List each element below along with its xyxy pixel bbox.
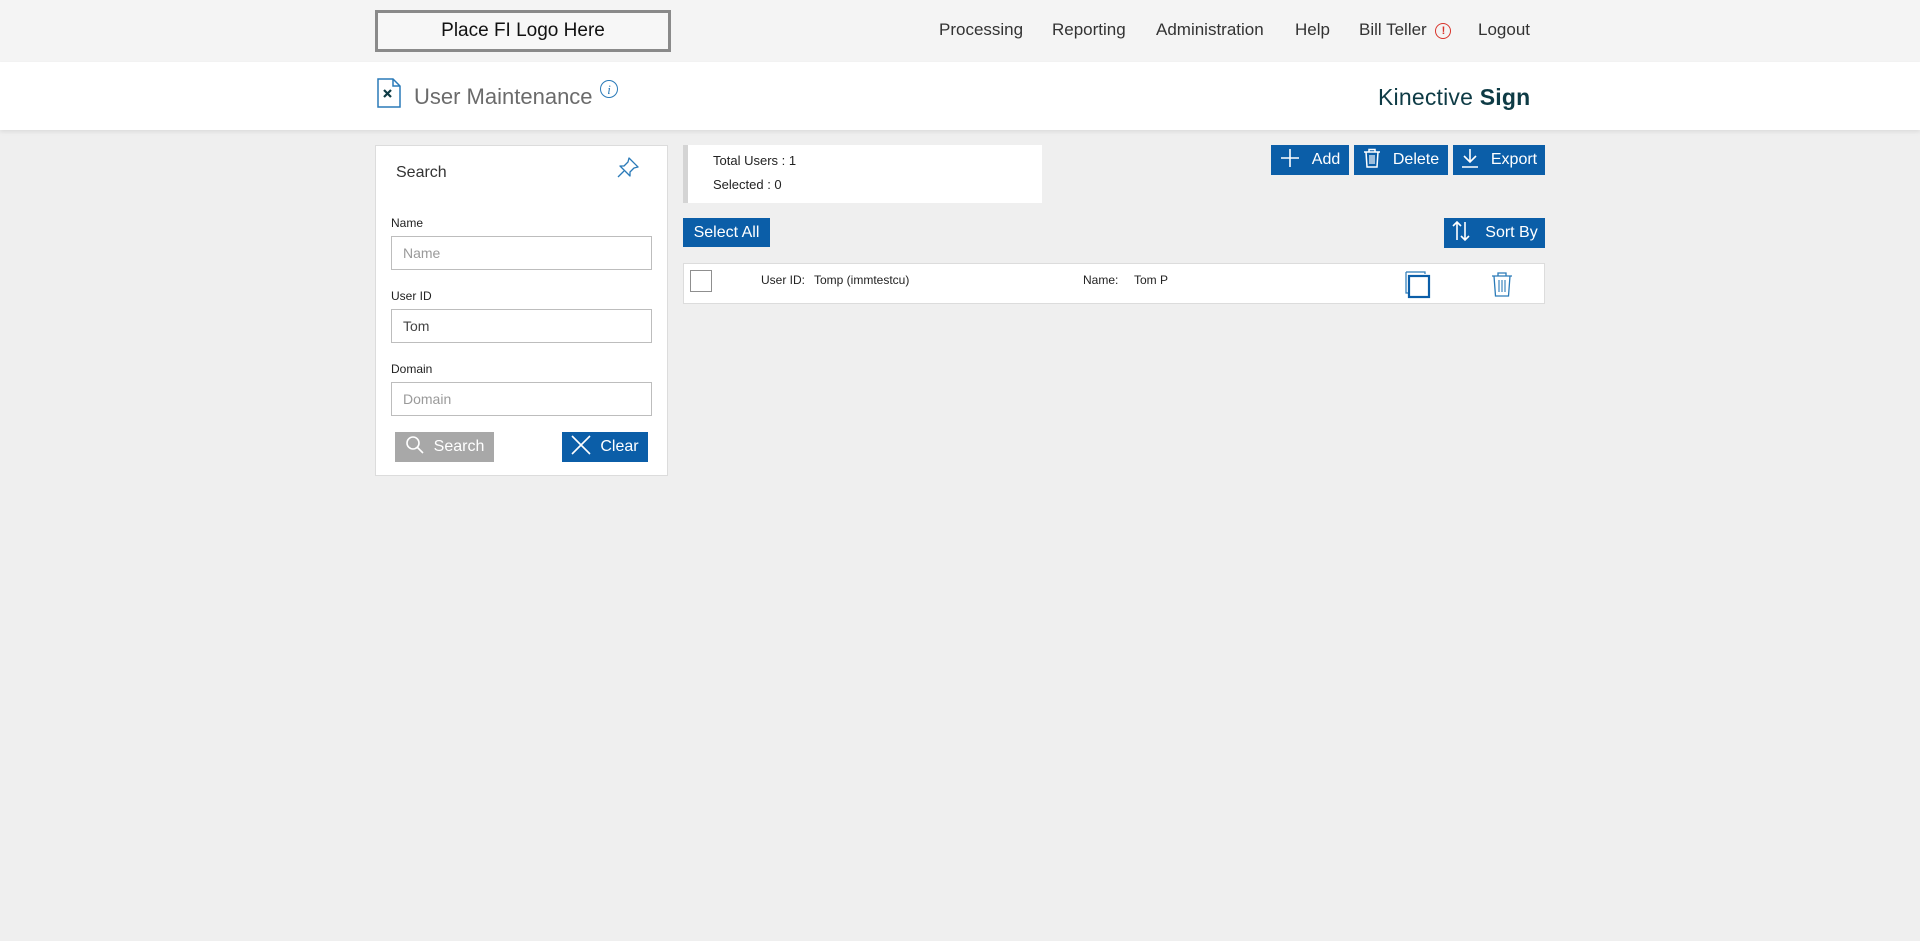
export-button[interactable]: Export <box>1453 145 1545 175</box>
info-icon[interactable]: i <box>600 80 618 98</box>
add-button[interactable]: Add <box>1271 145 1349 175</box>
sort-by-button[interactable]: Sort By <box>1444 218 1545 248</box>
plus-icon <box>1280 148 1300 173</box>
table-row[interactable]: User ID: Tomp (immtestcu) Name: Tom P <box>683 263 1545 304</box>
add-button-label: Add <box>1311 151 1341 168</box>
alert-icon: ! <box>1435 23 1452 39</box>
user-id-field-label: User ID: <box>761 273 806 287</box>
brand-name-bold: Sign <box>1479 84 1531 110</box>
user-id-label: User ID <box>391 289 432 303</box>
copy-icon[interactable] <box>1405 271 1431 304</box>
nav-reporting[interactable]: Reporting <box>1052 20 1126 40</box>
document-x-icon <box>376 78 402 113</box>
nav-processing[interactable]: Processing <box>939 20 1023 40</box>
selected-count: Selected : 0 <box>713 177 782 192</box>
total-users-count: Total Users : 1 <box>713 153 797 168</box>
trash-icon[interactable] <box>1491 271 1513 302</box>
clear-button[interactable]: Clear <box>562 432 648 462</box>
user-name: Bill Teller <box>1359 20 1427 39</box>
sort-by-button-label: Sort By <box>1485 224 1538 241</box>
domain-input[interactable] <box>391 382 652 416</box>
search-button-label: Search <box>433 438 485 455</box>
name-value: Tom P <box>1134 273 1169 287</box>
domain-label: Domain <box>391 362 433 376</box>
trash-icon <box>1363 148 1381 173</box>
top-navigation: Place FI Logo Here Processing Reporting … <box>0 0 1920 62</box>
clear-button-label: Clear <box>600 438 639 455</box>
nav-logout[interactable]: Logout <box>1478 20 1530 40</box>
brand-logo: Kinective Sign <box>1378 84 1530 111</box>
delete-button-label: Delete <box>1392 151 1440 168</box>
select-all-button[interactable]: Select All <box>683 218 770 247</box>
name-input[interactable] <box>391 236 652 270</box>
results-summary: Total Users : 1 Selected : 0 <box>683 145 1042 203</box>
nav-administration[interactable]: Administration <box>1156 20 1264 40</box>
page-header <box>0 62 1920 130</box>
export-button-label: Export <box>1490 151 1538 168</box>
name-label: Name <box>391 216 424 230</box>
row-checkbox[interactable] <box>690 270 712 292</box>
page-title: User Maintenance <box>414 84 593 109</box>
nav-user-menu[interactable]: Bill Teller ! <box>1359 20 1452 40</box>
sort-icon <box>1451 220 1471 247</box>
search-panel: Search Name User ID Domain Search Clear <box>375 145 668 476</box>
search-icon <box>405 435 425 460</box>
user-id-value: Tomp (immtestcu) <box>814 273 910 287</box>
search-button[interactable]: Search <box>395 432 494 462</box>
search-panel-title: Search <box>396 164 447 181</box>
name-field-label: Name: <box>1083 273 1119 287</box>
download-icon <box>1461 148 1479 173</box>
nav-help[interactable]: Help <box>1295 20 1330 40</box>
delete-button[interactable]: Delete <box>1354 145 1448 175</box>
close-icon <box>571 434 591 460</box>
fi-logo-placeholder[interactable]: Place FI Logo Here <box>375 10 671 52</box>
pin-icon[interactable] <box>614 154 642 187</box>
brand-name: Kinective <box>1378 84 1480 110</box>
user-id-input[interactable] <box>391 309 652 343</box>
